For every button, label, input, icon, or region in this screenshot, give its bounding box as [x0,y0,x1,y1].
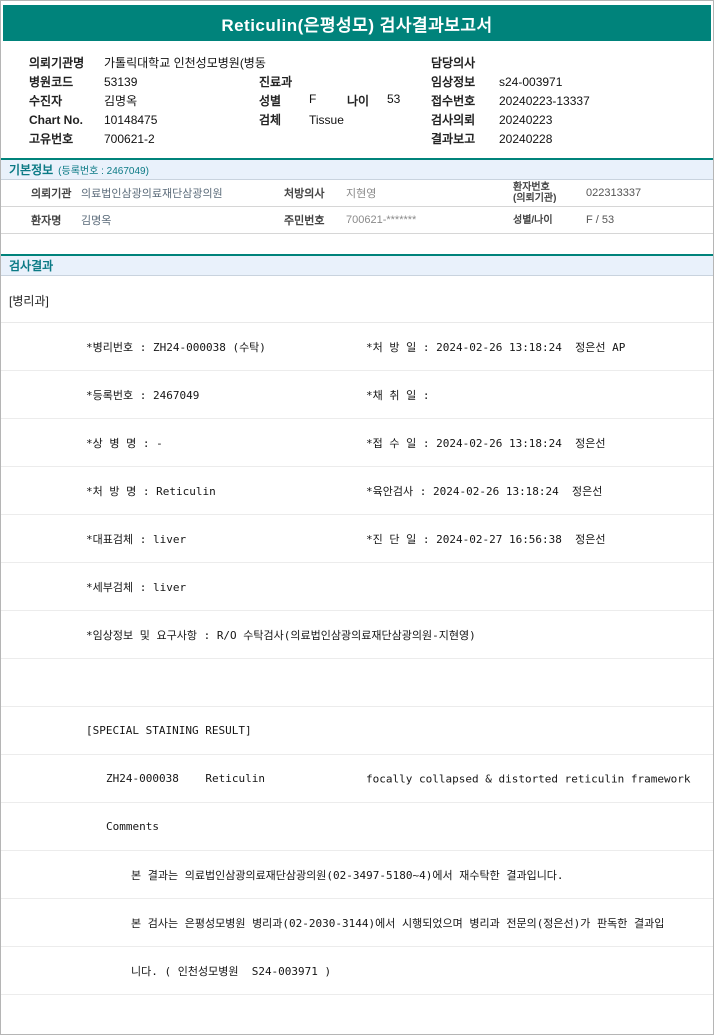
result-row: *대표검체 : liver *진 단 일 : 2024-02-27 16:56:… [1,515,713,563]
result-row: 니다. ( 인천성모병원 S24-003971 ) [1,947,713,995]
result-left: [SPECIAL STAINING RESULT] [86,724,252,737]
section-title: 기본정보 [9,163,54,177]
field-label: Chart No. [29,112,83,127]
field-value: Tissue [309,112,344,127]
field-value: 20240228 [499,131,553,146]
result-left: *임상정보 및 요구사항 : R/O 수탁검사(의료법인삼광의료재단삼광의원-지… [86,628,476,642]
field-label: 임상정보 [431,75,476,89]
basic-info-section-header: 기본정보 (등록번호 : 2467049) [1,158,713,180]
field-value: 김명옥 [104,94,138,108]
pathology-result-rows: *병리번호 : ZH24-000038 (수탁) *처 방 일 : 2024-0… [1,323,713,995]
result-right: *접 수 일 : 2024-02-26 13:18:24 정은선 [366,436,606,450]
cell-value: 700621-******* [346,214,417,226]
result-right: *진 단 일 : 2024-02-27 16:56:38 정은선 [366,532,606,546]
result-row: ZH24-000038 Reticulin focally collapsed … [1,755,713,803]
field-value: 가톨릭대학교 인천성모병원(병동 [104,56,266,70]
result-row: [SPECIAL STAINING RESULT] [1,707,713,755]
result-right: focally collapsed & distorted reticulin … [366,772,691,785]
field-label [347,113,387,127]
patient-info-row: 수진자 김명옥 성별 F 나이 53 접수번호 20240223-13337 [1,91,713,110]
result-left: ZH24-000038 Reticulin [106,772,265,785]
cell-label: 환자명 [31,215,62,227]
result-left: *세부검체 : liver [86,580,187,594]
result-row-empty [1,659,713,707]
field-label: 접수번호 [431,94,476,108]
result-row: *세부검체 : liver [1,563,713,611]
cell-label: 처방의사 [284,188,325,200]
report-page: Reticulin(은평성모) 검사결과보고서 의뢰기관명 가톨릭대학교 인천성… [0,0,714,1035]
cell-value: F / 53 [586,214,615,226]
result-row: 본 검사는 은평성모병원 병리과(02-2030-3144)에서 시행되었으며 … [1,899,713,947]
result-left: *등록번호 : 2467049 [86,388,200,402]
result-row: *임상정보 및 요구사항 : R/O 수탁검사(의료법인삼광의료재단삼광의원-지… [1,611,713,659]
field-value [387,113,431,127]
result-row: 본 결과는 의료법인삼광의료재단삼광의원(02-3497-5180~4)에서 재… [1,851,713,899]
result-left: 니다. ( 인천성모병원 S24-003971 ) [131,964,332,978]
field-label: 결과보고 [431,132,476,146]
patient-info-block: 의뢰기관명 가톨릭대학교 인천성모병원(병동 담당의사 병원코드 53139 진… [1,41,713,158]
field-label: 고유번호 [29,132,74,146]
field-label: 진료과 [259,75,293,89]
result-row: *등록번호 : 2467049 *채 취 일 : [1,371,713,419]
result-left: Comments [106,820,159,833]
result-right: *채 취 일 : [366,388,430,402]
field-label: 나이 [347,94,370,108]
result-row: *상 병 명 : - *접 수 일 : 2024-02-26 13:18:24 … [1,419,713,467]
field-value: 700621-2 [104,131,155,146]
table-row: 환자명 김명옥 주민번호 700621-******* 성별/나이 F / 53 [1,207,713,234]
patient-info-row: 의뢰기관명 가톨릭대학교 인천성모병원(병동 담당의사 [1,53,713,72]
field-value: 53 [387,92,401,106]
cell-label: 주민번호 [284,215,325,227]
cell-label-line: (의뢰기관) [513,193,557,204]
field-label: 담당의사 [431,56,476,70]
results-section-header: 검사결과 [1,254,713,276]
result-row: *병리번호 : ZH24-000038 (수탁) *처 방 일 : 2024-0… [1,323,713,371]
report-title-bar: Reticulin(은평성모) 검사결과보고서 [3,5,711,41]
field-label: 병원코드 [29,75,74,89]
table-row: 의뢰기관 의료법인삼광의료재단삼광의원 처방의사 지현영 환자번호 (의뢰기관) … [1,180,713,207]
field-value: 10148475 [104,112,158,127]
field-label: 의뢰기관명 [29,56,85,70]
field-label: 검사의뢰 [431,113,476,127]
field-value-group: Tissue [309,113,431,127]
cell-label: 성별/나이 [513,215,586,226]
result-left: *상 병 명 : - [86,436,163,450]
cell-label: 의뢰기관 [31,188,72,200]
cell-value: 의료법인삼광의료재단삼광의원 [81,188,223,200]
cell-value: 김명옥 [81,215,112,227]
cell-label-line: 환자번호 [513,182,550,193]
cell-label-line: 성별/나이 [513,214,553,226]
cell-value: 022313337 [586,187,642,199]
cell-value: 지현영 [346,188,377,200]
report-title: Reticulin(은평성모) 검사결과보고서 [221,15,493,35]
result-left: *처 방 명 : Reticulin [86,484,216,498]
result-row: *처 방 명 : Reticulin *육안검사 : 2024-02-26 13… [1,467,713,515]
field-value: 20240223 [499,112,553,127]
field-value-group: F 나이 53 [309,92,431,109]
field-value: 20240223-13337 [499,93,590,108]
field-label: 성별 [259,94,282,108]
field-label: 검체 [259,113,282,127]
field-value: F [309,92,317,106]
field-value: 53139 [104,74,138,89]
result-right: *처 방 일 : 2024-02-26 13:18:24 정은선 AP [366,340,626,354]
patient-info-row: Chart No. 10148475 검체 Tissue 검사의뢰 202402… [1,110,713,129]
field-value: s24-003971 [499,74,563,89]
section-title: 검사결과 [9,259,54,273]
result-left: 본 검사는 은평성모병원 병리과(02-2030-3144)에서 시행되었으며 … [131,916,665,930]
basic-info-table: 의뢰기관 의료법인삼광의료재단삼광의원 처방의사 지현영 환자번호 (의뢰기관) … [1,180,713,234]
result-row: Comments [1,803,713,851]
result-right: *육안검사 : 2024-02-26 13:18:24 정은선 [366,484,603,498]
result-left: *대표검체 : liver [86,532,187,546]
patient-info-row: 고유번호 700621-2 결과보고 20240228 [1,129,713,148]
result-left: *병리번호 : ZH24-000038 (수탁) [86,340,266,354]
department-label: [병리과] [1,276,713,323]
result-left: 본 결과는 의료법인삼광의료재단삼광의원(02-3497-5180~4)에서 재… [131,868,564,882]
field-label: 수진자 [29,94,63,108]
section-subtitle: (등록번호 : 2467049) [58,166,149,177]
patient-info-row: 병원코드 53139 진료과 임상정보 s24-003971 [1,72,713,91]
cell-label: 환자번호 (의뢰기관) [513,182,586,204]
